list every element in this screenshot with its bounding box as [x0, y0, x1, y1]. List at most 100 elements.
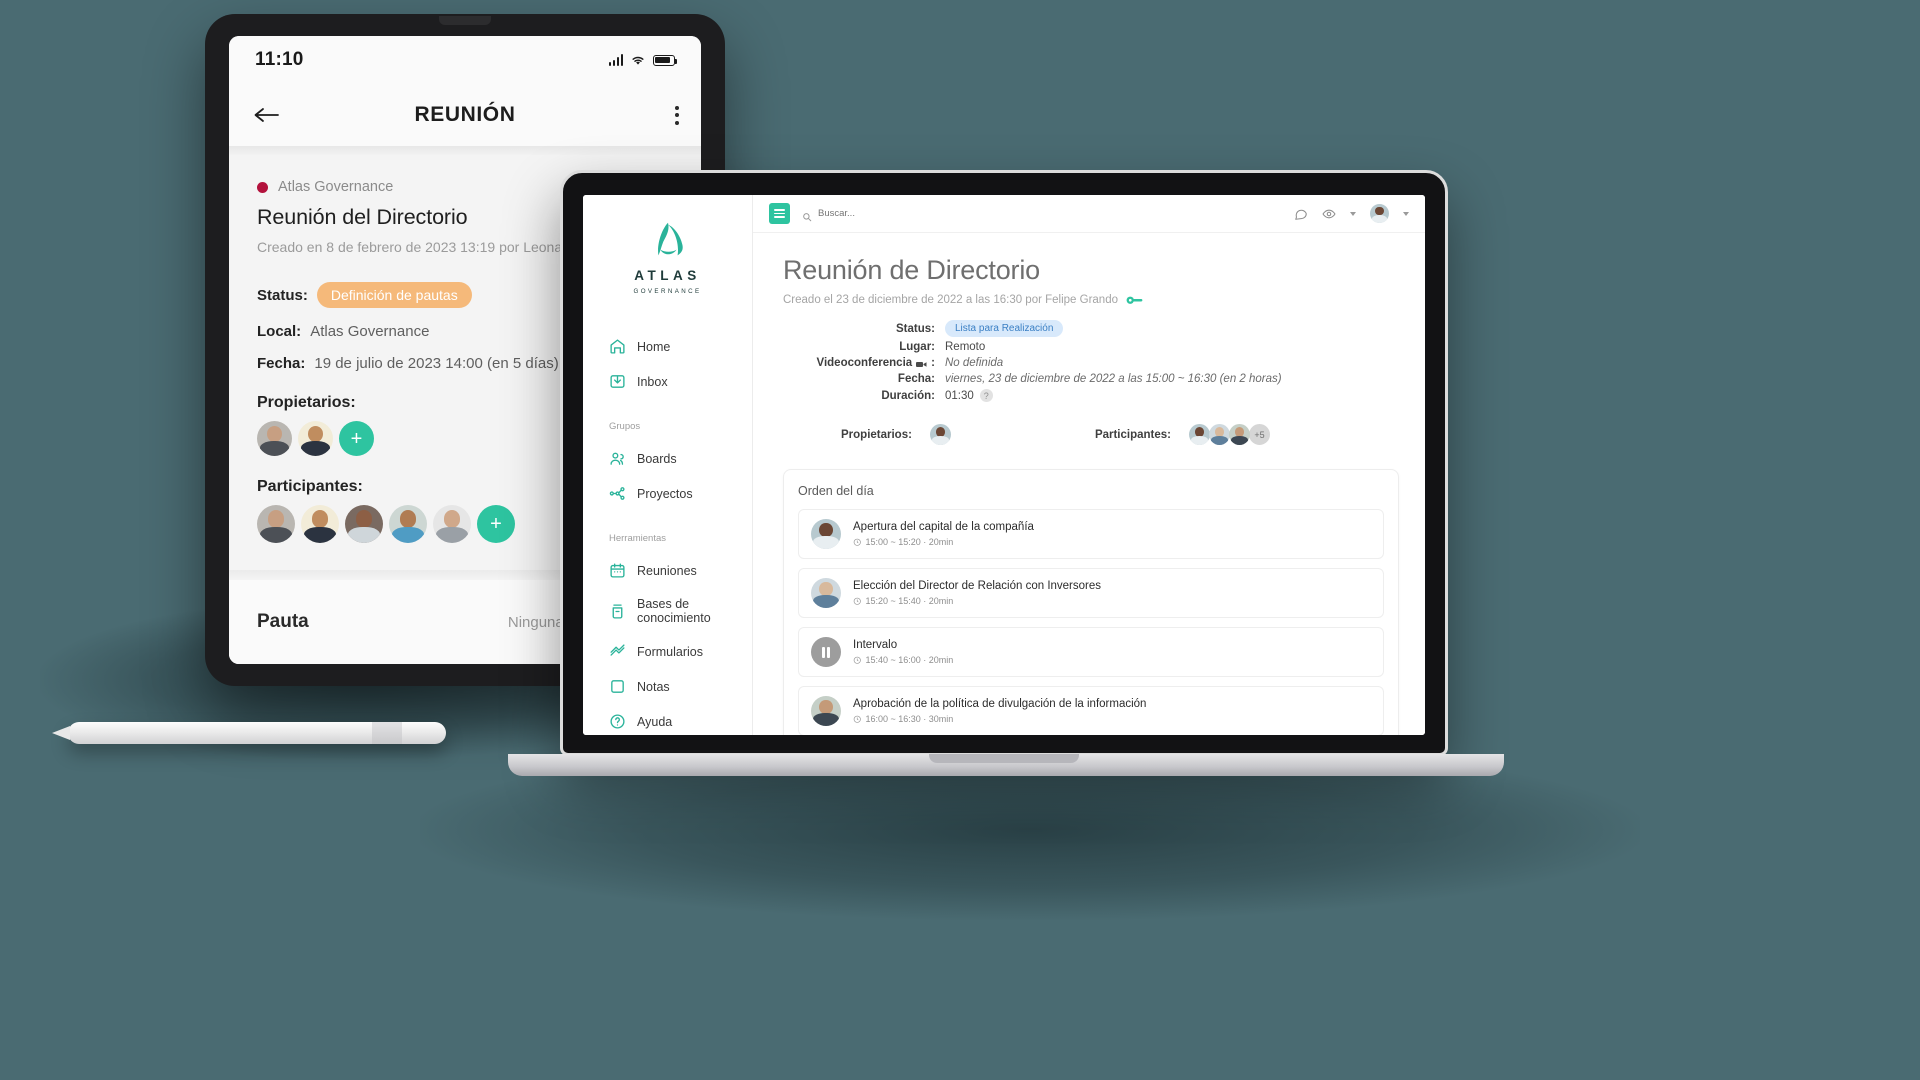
owners-avatar-list — [927, 422, 953, 447]
knowledge-icon — [609, 603, 626, 620]
avatar[interactable] — [298, 421, 333, 456]
clock-icon — [853, 538, 862, 547]
detail-value-duracion: 01:30 ? — [945, 389, 1399, 402]
agenda-item[interactable]: Intervalo 15:40 ~ 16:00 · 20min — [798, 627, 1384, 677]
sidebar-item-ayuda[interactable]: Ayuda — [583, 704, 752, 735]
agenda-item[interactable]: Apertura del capital de la compañía 15:0… — [798, 509, 1384, 559]
agenda-item-name: Apertura del capital de la compañía — [853, 521, 1034, 533]
hamburger-menu-button[interactable] — [769, 203, 790, 224]
sidebar-item-inbox[interactable]: Inbox — [583, 364, 752, 399]
atlas-logo-subtext: GOVERNANCE — [633, 288, 702, 295]
inbox-icon — [609, 373, 626, 390]
laptop-screen: ATLAS GOVERNANCE Home Inbox Grupos Board… — [583, 195, 1425, 735]
laptop-trackpad-notch — [929, 754, 1079, 763]
sidebar-item-bases-de-conocimiento[interactable]: Bases de conocimiento — [583, 588, 752, 634]
overflow-menu-icon[interactable] — [675, 105, 679, 125]
sidebar-item-proyectos[interactable]: Proyectos — [583, 476, 752, 511]
avatar[interactable] — [433, 505, 471, 543]
chat-icon[interactable] — [1294, 207, 1308, 221]
pauta-title: Pauta — [257, 611, 309, 632]
battery-icon — [653, 54, 678, 66]
search-input[interactable] — [818, 208, 968, 219]
sidebar-item-label: Formularios — [637, 644, 703, 659]
atlas-logo: ATLAS GOVERNANCE — [583, 217, 752, 295]
avatar[interactable] — [1370, 204, 1389, 223]
signal-icon — [608, 54, 623, 66]
sidebar-item-label: Ayuda — [637, 714, 673, 729]
detail-value-videoconferencia: No definida — [945, 357, 1004, 369]
agenda-item-time: 15:40 ~ 16:00 · 20min — [865, 655, 954, 665]
status-indicators — [608, 54, 678, 66]
avatar[interactable] — [257, 505, 295, 543]
search-icon — [802, 209, 812, 221]
laptop-device: ATLAS GOVERNANCE Home Inbox Grupos Board… — [508, 170, 1504, 776]
search-box[interactable] — [802, 208, 968, 221]
sidebar: ATLAS GOVERNANCE Home Inbox Grupos Board… — [583, 195, 753, 735]
laptop-lid: ATLAS GOVERNANCE Home Inbox Grupos Board… — [560, 170, 1448, 756]
agenda-item-body: Aprobación de la política de divulgación… — [853, 698, 1146, 724]
help-badge-icon[interactable]: ? — [979, 389, 993, 402]
mobile-divider — [229, 146, 701, 155]
video-camera-icon — [916, 359, 927, 367]
clock-icon — [853, 715, 862, 724]
detail-value-status: Lista para Realización — [945, 320, 1399, 337]
status-badge[interactable]: Lista para Realización — [945, 320, 1064, 337]
sidebar-section-herramientas: Herramientas — [609, 533, 667, 544]
calendar-icon — [609, 562, 626, 579]
detail-key: Status: — [257, 286, 308, 304]
agenda-item[interactable]: Aprobación de la política de divulgación… — [798, 686, 1384, 735]
organization-name: Atlas Governance — [278, 179, 394, 195]
mobile-page-title: REUNIÓN — [414, 103, 516, 126]
stylus-pen — [52, 722, 446, 744]
participants-overflow-count[interactable]: +5 — [1247, 422, 1272, 447]
eye-icon[interactable] — [1322, 207, 1336, 221]
tablet-camera-notch — [439, 16, 491, 25]
agenda-item-name: Intervalo — [853, 639, 898, 651]
detail-key-status: Status: — [896, 322, 935, 335]
agenda-item-time-row: 15:40 ~ 16:00 · 20min — [853, 655, 953, 665]
avatar — [811, 519, 841, 549]
agenda-item-time-row: 16:00 ~ 16:30 · 30min — [853, 714, 1146, 724]
sidebar-item-label: Notas — [637, 679, 670, 694]
detail-value-lugar: Remoto — [945, 341, 986, 353]
agenda-item-time: 16:00 ~ 16:30 · 30min — [865, 714, 954, 724]
sidebar-item-home[interactable]: Home — [583, 329, 752, 364]
sidebar-item-reuniones[interactable]: Reuniones — [583, 553, 752, 588]
content-area: Reunión de Directorio Creado el 23 de di… — [753, 233, 1425, 735]
agenda-item-time: 15:00 ~ 15:20 · 20min — [865, 537, 954, 547]
sidebar-item-label: Inbox — [637, 374, 668, 389]
avatar[interactable] — [257, 421, 292, 456]
sidebar-item-label: Home — [637, 339, 671, 354]
status-badge[interactable]: Definición de pautas — [316, 282, 472, 308]
sidebar-item-label: Boards — [637, 451, 677, 466]
sidebar-item-formularios[interactable]: Formularios — [583, 634, 752, 669]
participants-label: Participantes: — [1094, 428, 1171, 441]
chevron-down-icon[interactable] — [1403, 211, 1409, 216]
sidebar-item-boards[interactable]: Boards — [583, 441, 752, 476]
add-participant-button[interactable]: + — [477, 505, 515, 543]
owners-label: Propietarios: — [841, 428, 912, 441]
help-icon — [609, 713, 626, 730]
pause-icon — [811, 637, 841, 667]
detail-value: Atlas Governance — [310, 323, 430, 340]
avatar[interactable] — [1227, 422, 1252, 447]
agenda-item[interactable]: Elección del Director de Relación con In… — [798, 568, 1384, 618]
chevron-down-icon[interactable] — [1350, 211, 1356, 216]
page-subtitle: Creado el 23 de diciembre de 2022 a las … — [783, 294, 1118, 306]
avatar[interactable] — [345, 505, 383, 543]
clock-icon — [853, 656, 862, 665]
projects-icon — [609, 485, 626, 502]
status-time: 11:10 — [255, 49, 304, 70]
avatar[interactable] — [301, 505, 339, 543]
avatar[interactable] — [389, 505, 427, 543]
sidebar-item-label: Proyectos — [637, 486, 693, 501]
detail-key-videoconferencia: Videoconferencia : — [783, 357, 936, 369]
avatar — [811, 696, 841, 726]
agenda-item-time: 15:20 ~ 15:40 · 20min — [865, 596, 954, 606]
agenda-item-body: Elección del Director de Relación con In… — [853, 580, 1101, 606]
detail-key-lugar: Lugar: — [899, 341, 935, 353]
mobile-status-bar: 11:10 — [229, 36, 701, 84]
avatar[interactable] — [927, 422, 953, 447]
sidebar-item-notas[interactable]: Notas — [583, 669, 752, 704]
add-owner-button[interactable]: + — [339, 421, 374, 456]
